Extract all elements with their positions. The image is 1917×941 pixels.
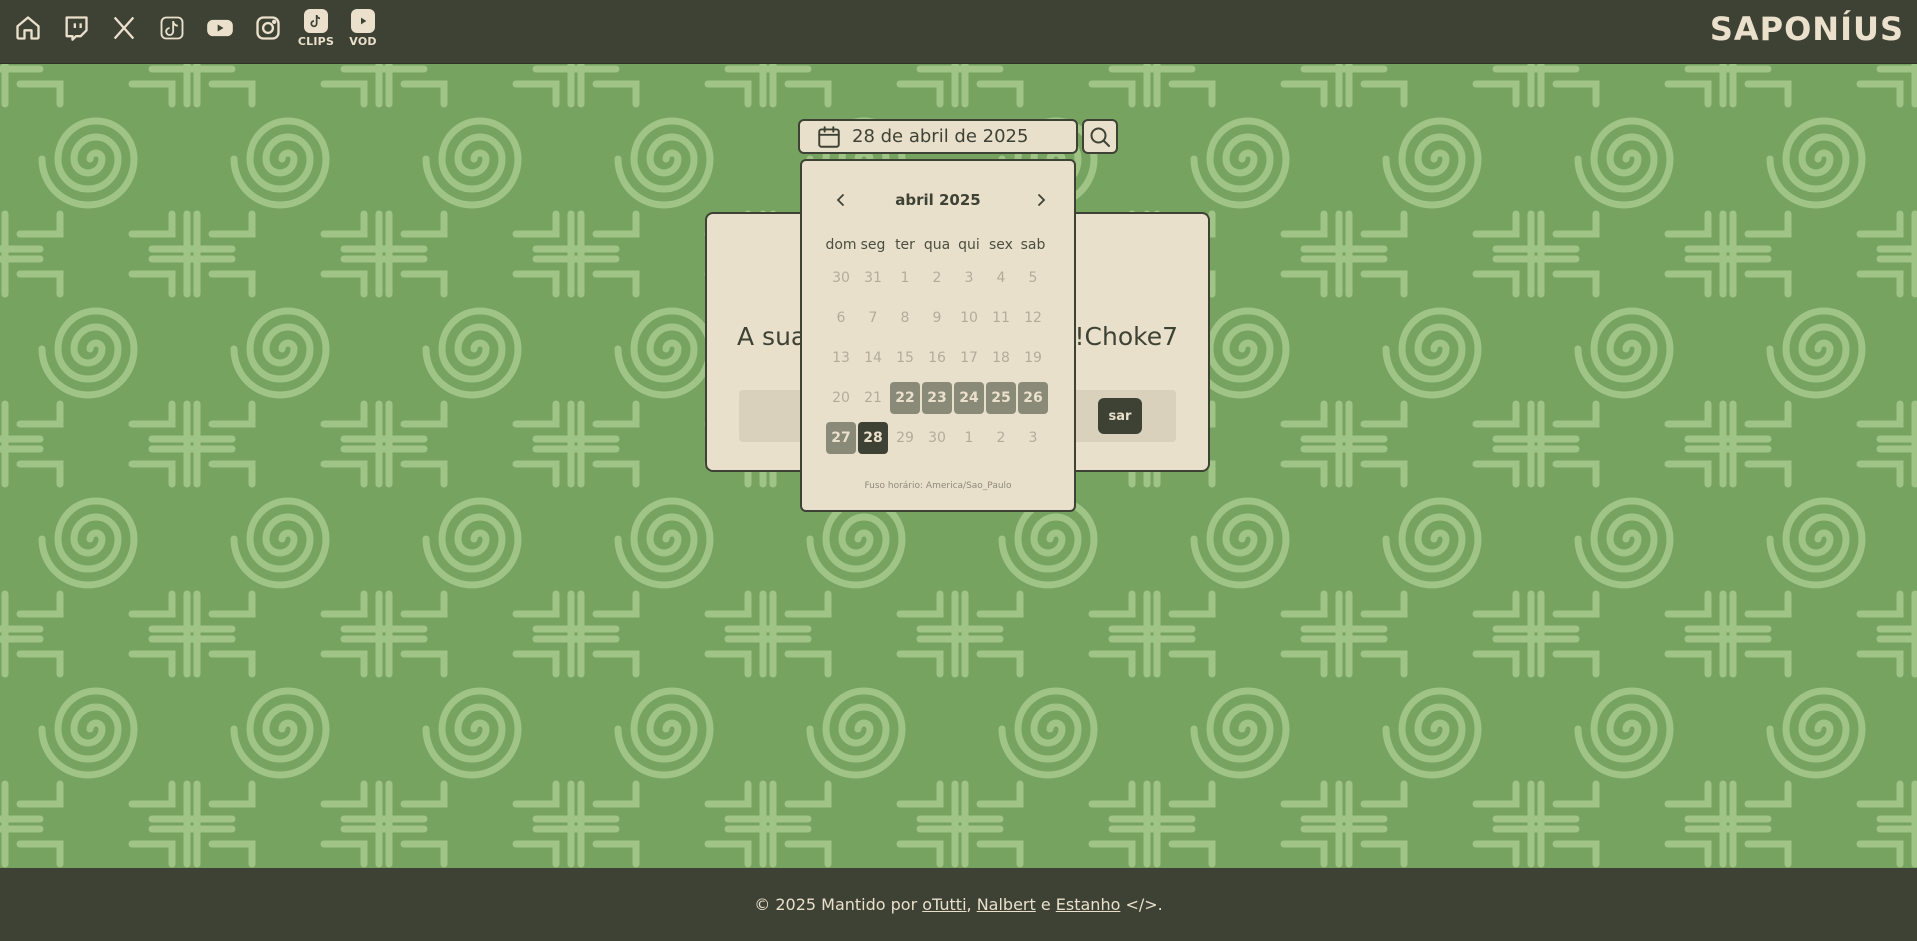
calendar-day[interactable]: 9 <box>922 302 952 334</box>
calendar-day[interactable]: 22 <box>890 382 920 414</box>
date-input[interactable]: 28 de abril de 2025 <box>798 119 1078 154</box>
chevron-right-icon <box>1038 194 1046 206</box>
calendar-day[interactable]: 8 <box>890 302 920 334</box>
calendar-day[interactable]: 28 <box>858 422 888 454</box>
calendar-timezone: Fuso horário: America/Sao_Paulo <box>864 481 1012 491</box>
search-icon <box>1090 127 1110 147</box>
calendar-day[interactable]: 24 <box>954 382 984 414</box>
weekday-label: qua <box>923 237 951 253</box>
calendar-day[interactable]: 6 <box>826 302 856 334</box>
vod-label: VOD <box>349 35 377 48</box>
calendar-day[interactable]: 2 <box>986 422 1016 454</box>
calendar-popup: abril 2025 dom seg ter qua qui sex sab 30 31 1 2 3 4… <box>800 159 1076 512</box>
calendar-header: abril 2025 <box>802 187 1074 213</box>
calendar-grid: dom seg ter qua qui sex sab 30 31 1 2 3 4 5 6 7 8 9 10 11 12… <box>825 232 1055 458</box>
card-action-button[interactable]: sar <box>1098 398 1142 434</box>
calendar-day[interactable]: 2 <box>922 262 952 294</box>
date-input-value: 28 de abril de 2025 <box>852 126 1029 147</box>
previous-month-button[interactable] <box>828 187 854 213</box>
footer-link-estanho[interactable]: Estanho <box>1056 895 1121 914</box>
x-icon[interactable] <box>108 12 140 44</box>
weekday-label: seg <box>860 237 886 253</box>
calendar-day[interactable]: 23 <box>922 382 952 414</box>
footer-suffix: </>. <box>1120 895 1163 914</box>
calendar-day[interactable]: 25 <box>986 382 1016 414</box>
card-message-right: K!Choke7 <box>1058 322 1178 351</box>
weekday-label: ter <box>895 237 915 253</box>
brand-logo[interactable]: SAPONÍUS <box>1710 10 1904 48</box>
calendar-day[interactable]: 13 <box>826 342 856 374</box>
clips-link[interactable]: CLIPS <box>296 9 336 53</box>
footer-prefix: © 2025 Mantido por <box>754 895 923 914</box>
calendar-day[interactable]: 11 <box>986 302 1016 334</box>
calendar-day[interactable]: 30 <box>826 262 856 294</box>
calendar-day[interactable]: 3 <box>1018 422 1048 454</box>
twitch-icon[interactable] <box>60 12 92 44</box>
calendar-icon <box>818 125 840 148</box>
clips-label: CLIPS <box>297 35 335 48</box>
youtube-icon[interactable] <box>204 12 236 44</box>
weekday-label: sab <box>1020 237 1046 253</box>
calendar-day[interactable]: 4 <box>986 262 1016 294</box>
calendar-month-title: abril 2025 <box>895 191 981 209</box>
vod-link[interactable]: VOD <box>343 9 383 53</box>
tiktok-icon <box>304 9 328 33</box>
calendar-day[interactable]: 5 <box>1018 262 1048 294</box>
search-button[interactable] <box>1082 119 1118 154</box>
calendar-day[interactable]: 1 <box>954 422 984 454</box>
calendar-day[interactable]: 27 <box>826 422 856 454</box>
calendar-day[interactable]: 16 <box>922 342 952 374</box>
footer-sep: e <box>1035 895 1056 914</box>
tiktok-icon[interactable] <box>156 12 188 44</box>
calendar-day[interactable]: 31 <box>858 262 888 294</box>
calendar-day[interactable]: 19 <box>1018 342 1048 374</box>
calendar-day[interactable]: 7 <box>858 302 888 334</box>
youtube-icon <box>351 9 375 33</box>
chevron-left-icon <box>836 194 844 206</box>
home-icon[interactable] <box>12 12 44 44</box>
calendar-day[interactable]: 15 <box>890 342 920 374</box>
weekday-label: dom <box>825 237 857 253</box>
calendar-day[interactable]: 26 <box>1018 382 1048 414</box>
next-month-button[interactable] <box>1028 187 1054 213</box>
footer-link-otutti[interactable]: oTutti <box>922 895 966 914</box>
footer-sep: , <box>966 895 977 914</box>
instagram-icon[interactable] <box>252 12 284 44</box>
calendar-day[interactable]: 12 <box>1018 302 1048 334</box>
weekday-label: qui <box>958 237 980 253</box>
footer: © 2025 Mantido por oTutti , Nalbert e Es… <box>0 868 1917 941</box>
card-message-left: A sua <box>737 322 807 351</box>
weekday-label: sex <box>989 237 1013 253</box>
calendar-day[interactable]: 30 <box>922 422 952 454</box>
calendar-day[interactable]: 3 <box>954 262 984 294</box>
calendar-day[interactable]: 20 <box>826 382 856 414</box>
calendar-day[interactable]: 18 <box>986 342 1016 374</box>
calendar-day[interactable]: 21 <box>858 382 888 414</box>
calendar-day[interactable]: 14 <box>858 342 888 374</box>
calendar-day[interactable]: 17 <box>954 342 984 374</box>
calendar-day[interactable]: 10 <box>954 302 984 334</box>
calendar-day[interactable]: 29 <box>890 422 920 454</box>
footer-link-nalbert[interactable]: Nalbert <box>977 895 1036 914</box>
top-bar: CLIPS VOD SAPONÍUS <box>0 0 1917 64</box>
calendar-day[interactable]: 1 <box>890 262 920 294</box>
